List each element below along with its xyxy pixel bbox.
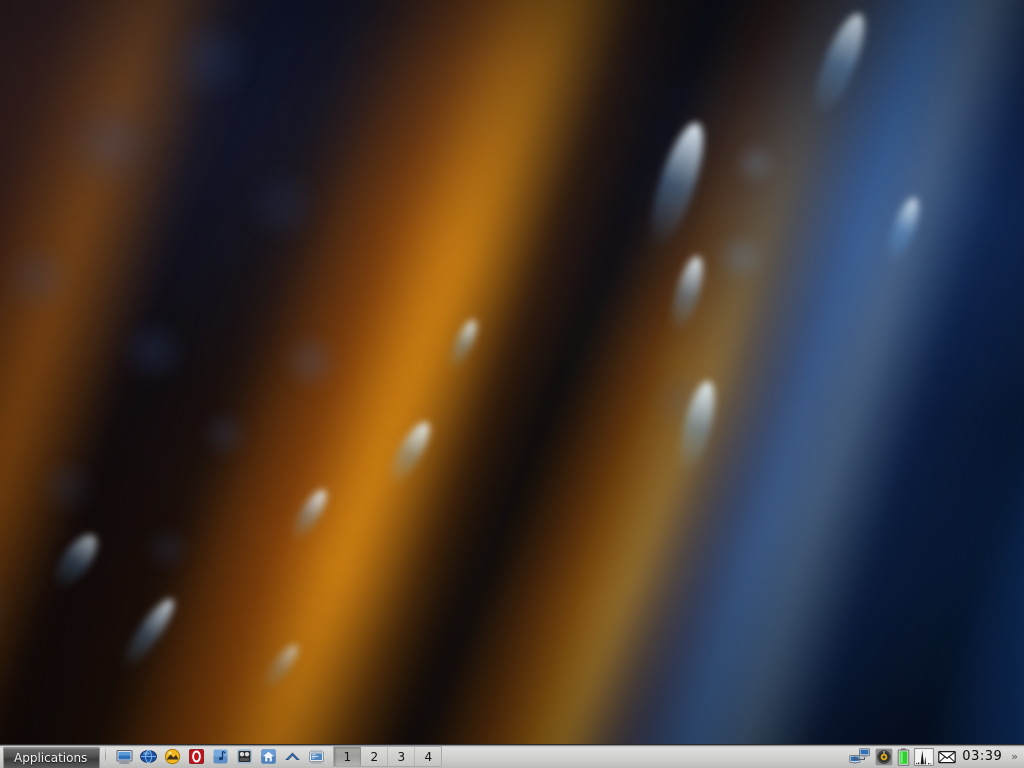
cpu-graph-icon xyxy=(914,747,935,766)
workspace-button-2[interactable]: 2 xyxy=(361,747,389,766)
chevron-up-icon xyxy=(284,752,300,760)
tray-volume-control[interactable] xyxy=(875,747,893,767)
desktop-screen: Applications 1 2 3 4 03:39 » xyxy=(0,0,1024,768)
launcher-video-player[interactable] xyxy=(235,748,253,766)
launcher-group xyxy=(109,745,329,768)
window-tasklist[interactable] xyxy=(442,745,849,768)
globe-icon xyxy=(139,750,157,763)
tray-mail-notifier[interactable] xyxy=(938,747,957,767)
desktop-wallpaper[interactable] xyxy=(0,0,1024,744)
opera-o-icon xyxy=(188,749,204,764)
taskbar-panel: Applications 1 2 3 4 03:39 » xyxy=(0,744,1024,768)
launcher-opera-browser[interactable] xyxy=(187,748,205,766)
wallpaper-vignette xyxy=(0,0,1024,744)
applications-menu-button[interactable]: Applications xyxy=(3,747,101,768)
launcher-home-folder[interactable] xyxy=(259,748,277,766)
envelope-icon xyxy=(938,750,957,763)
film-camera-icon xyxy=(237,749,252,764)
launcher-terminal[interactable] xyxy=(307,748,325,766)
tray-battery-monitor[interactable] xyxy=(897,747,910,767)
workspace-button-3[interactable]: 3 xyxy=(388,747,416,766)
network-computers-icon xyxy=(849,747,871,764)
launcher-file-manager[interactable] xyxy=(163,748,181,766)
tray-system-monitor[interactable] xyxy=(914,747,935,767)
workspace-label-2: 2 xyxy=(370,749,379,764)
music-note-icon xyxy=(213,749,228,764)
workspace-label-4: 4 xyxy=(424,749,433,764)
workspace-button-1[interactable]: 1 xyxy=(334,747,362,766)
battery-icon xyxy=(898,747,910,766)
panel-separator-1 xyxy=(105,748,107,765)
launcher-show-desktop[interactable] xyxy=(115,748,133,766)
folder-icon xyxy=(164,748,180,765)
launcher-music-player[interactable] xyxy=(211,748,229,766)
clock[interactable]: 03:39 xyxy=(960,749,1006,764)
launcher-web-browser[interactable] xyxy=(139,748,157,766)
workspace-label-1: 1 xyxy=(343,749,352,764)
tray-overflow-button[interactable]: » xyxy=(1010,750,1022,763)
terminal-icon xyxy=(309,749,324,764)
applications-menu-label: Applications xyxy=(14,751,88,765)
workspace-button-4[interactable]: 4 xyxy=(415,747,441,766)
system-tray: 03:39 » xyxy=(849,745,1024,768)
workspace-label-3: 3 xyxy=(397,749,406,764)
launcher-package-updater[interactable] xyxy=(283,748,301,766)
audio-knob-icon xyxy=(875,748,893,765)
tray-network-connection[interactable] xyxy=(849,747,871,767)
house-icon xyxy=(261,749,276,764)
workspace-switcher: 1 2 3 4 xyxy=(333,746,443,767)
monitor-icon xyxy=(116,750,133,764)
